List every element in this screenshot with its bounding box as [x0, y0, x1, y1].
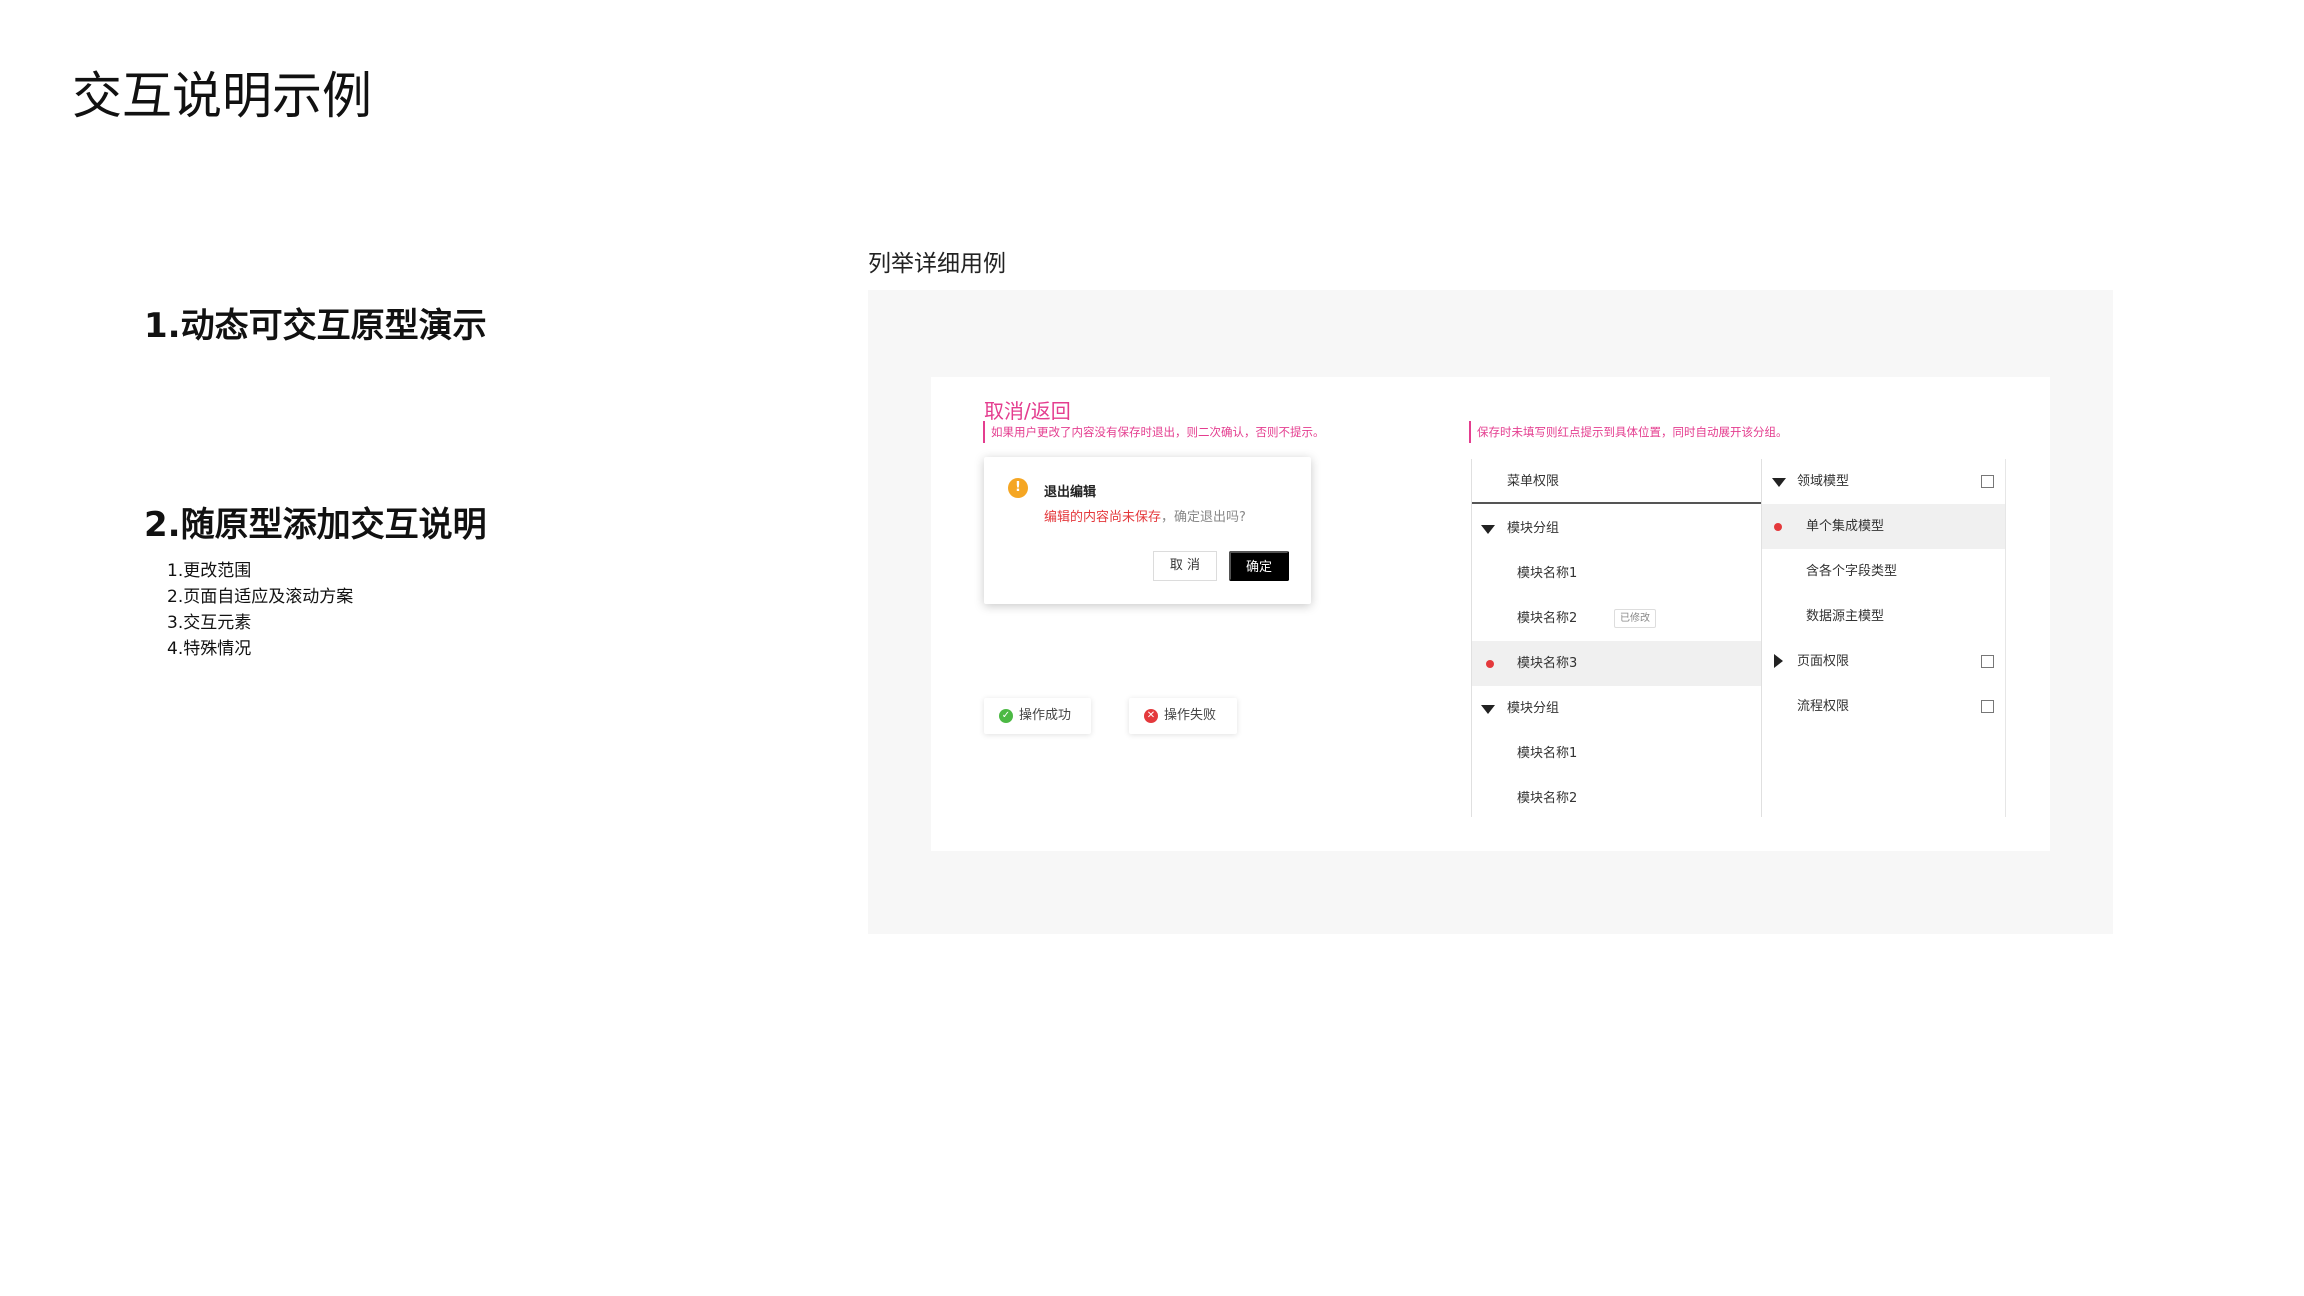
error-dot-icon	[1486, 660, 1494, 668]
tree-item-label: 数据源主模型	[1806, 609, 1885, 624]
caret-right-icon[interactable]	[1774, 654, 1783, 668]
list-item: 2.页面自适应及滚动方案	[167, 587, 354, 607]
tree-item-row[interactable]: 模块名称1	[1472, 731, 1761, 776]
success-toast-label: 操作成功	[1019, 708, 1072, 723]
model-permission-tree: 领域模型 单个集成模型 含各个字段类型 数据源主模型 页面权限 流程权限	[1762, 459, 2006, 817]
tree-group-row[interactable]: 流程权限	[1762, 684, 2005, 729]
list-item: 3.交互元素	[167, 613, 252, 633]
tree-group-label: 页面权限	[1797, 654, 1850, 669]
cancel-button[interactable]: 取 消	[1153, 551, 1217, 581]
tree-group-row[interactable]: 页面权限	[1762, 639, 2005, 684]
tree-item-row[interactable]: 模块名称2	[1472, 776, 1761, 821]
permission-checkbox[interactable]	[1981, 655, 1994, 668]
warning-icon: !	[1008, 478, 1028, 498]
caret-down-icon[interactable]	[1481, 525, 1495, 534]
error-dot-icon	[1774, 523, 1782, 531]
tree-group-row[interactable]: 模块分组	[1472, 686, 1761, 731]
tree-item-label: 单个集成模型	[1806, 519, 1885, 534]
annotation-note-left: 如果用户更改了内容没有保存时退出，则二次确认，否则不提示。	[983, 421, 1325, 443]
section-2-title: 2.随原型添加交互说明	[144, 505, 487, 545]
check-circle-icon: ✓	[999, 709, 1013, 723]
fail-toast-label: 操作失败	[1164, 708, 1217, 723]
dialog-message-warning: 编辑的内容尚未保存	[1044, 510, 1162, 525]
page-title: 交互说明示例	[72, 67, 372, 125]
tree-item-label: 模块名称2	[1517, 791, 1578, 806]
tree-item-label: 模块名称3	[1517, 656, 1578, 671]
tree-group-label: 流程权限	[1797, 699, 1850, 714]
close-circle-icon: ✕	[1144, 709, 1158, 723]
tree-item-row[interactable]: 模块名称2 已修改	[1472, 596, 1761, 641]
annotation-title: 取消/返回	[984, 399, 1071, 423]
annotation-note-right: 保存时未填写则红点提示到具体位置，同时自动展开该分组。	[1469, 421, 1788, 443]
success-toast: ✓ 操作成功	[984, 698, 1091, 734]
exit-edit-dialog: ! 退出编辑 编辑的内容尚未保存，确定退出吗? 取 消 确定	[984, 457, 1311, 604]
list-item: 4.特殊情况	[167, 639, 252, 659]
tree-item-row-selected[interactable]: 模块名称3	[1472, 641, 1761, 686]
confirm-button[interactable]: 确定	[1229, 551, 1289, 581]
permission-checkbox[interactable]	[1981, 475, 1994, 488]
section-2-list: 1.更改范围 2.页面自适应及滚动方案 3.交互元素 4.特殊情况	[167, 558, 353, 662]
tree-header-label: 菜单权限	[1507, 474, 1560, 489]
example-label: 列举详细用例	[868, 251, 1006, 277]
tree-item-label: 模块名称2	[1517, 611, 1578, 626]
modified-badge: 已修改	[1614, 609, 1656, 628]
tree-group-label: 模块分组	[1507, 521, 1560, 536]
section-1-title: 1.动态可交互原型演示	[144, 306, 487, 346]
dialog-message: 编辑的内容尚未保存，确定退出吗?	[1044, 506, 1246, 525]
tree-group-label: 模块分组	[1507, 701, 1560, 716]
tree-item-row[interactable]: 含各个字段类型	[1762, 549, 2005, 594]
caret-down-icon[interactable]	[1772, 478, 1786, 487]
tree-item-row[interactable]: 模块名称1	[1472, 551, 1761, 596]
list-item: 1.更改范围	[167, 561, 252, 581]
tree-item-label: 模块名称1	[1517, 746, 1578, 761]
menu-permission-tree: 菜单权限 模块分组 模块名称1 模块名称2 已修改 模块名称3 模块分组 模块名…	[1471, 459, 1762, 817]
tree-group-row[interactable]: 领域模型	[1762, 459, 2005, 504]
tree-header: 菜单权限	[1472, 459, 1761, 504]
dialog-title: 退出编辑	[1044, 485, 1097, 500]
tree-group-label: 领域模型	[1797, 474, 1850, 489]
tree-item-row[interactable]: 数据源主模型	[1762, 594, 2005, 639]
tree-item-row-selected[interactable]: 单个集成模型	[1762, 504, 2005, 549]
tree-item-label: 含各个字段类型	[1806, 564, 1898, 579]
permission-checkbox[interactable]	[1981, 700, 1994, 713]
caret-down-icon[interactable]	[1481, 705, 1495, 714]
fail-toast: ✕ 操作失败	[1129, 698, 1237, 734]
tree-item-label: 模块名称1	[1517, 566, 1578, 581]
dialog-message-question: ，确定退出吗?	[1161, 510, 1246, 525]
tree-group-row[interactable]: 模块分组	[1472, 506, 1761, 551]
